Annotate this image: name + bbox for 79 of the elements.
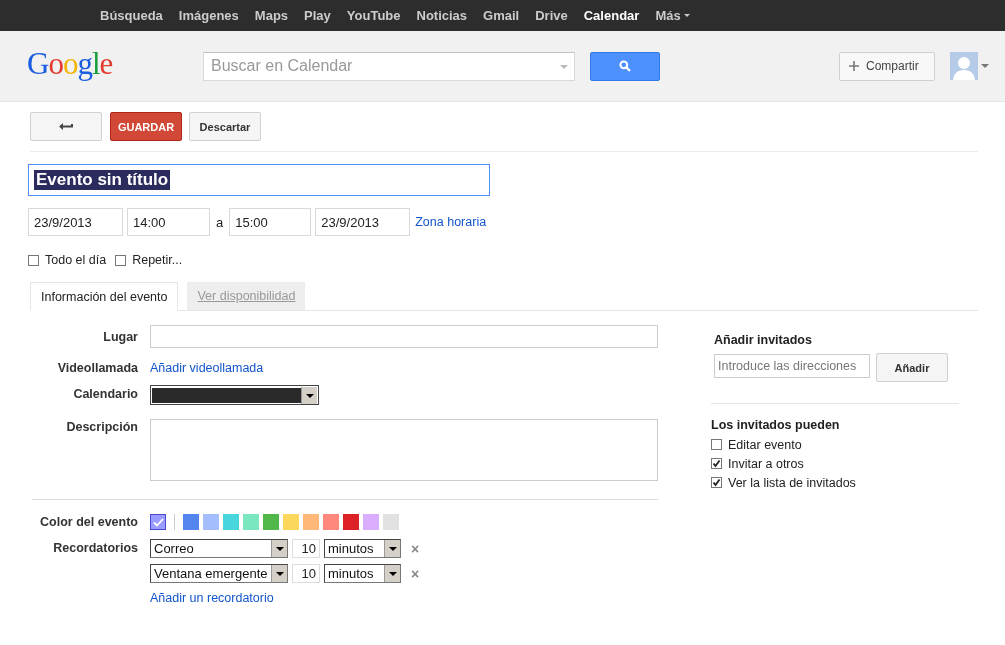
nav-link[interactable]: Imágenes [170,0,247,31]
location-field[interactable] [150,325,658,348]
add-guests-heading: Añadir invitados [713,333,813,347]
dropdown[interactable]: minutos [324,539,401,558]
color-swatch[interactable] [223,514,239,530]
checkbox-label: Invitar a otros [728,456,804,471]
color-swatch[interactable] [203,514,219,530]
dropdown[interactable]: Correo [150,539,288,558]
back-arrow-icon [58,122,74,131]
start-date-field[interactable]: 23/9/2013 [28,208,123,236]
avatar-menu[interactable] [950,52,989,80]
event-color-label: Color del evento [39,515,138,529]
search-button[interactable] [590,51,660,81]
remove-reminder-button[interactable]: × [411,540,420,557]
nav-link[interactable]: Noticias [408,0,476,31]
video-call-label: Videollamada [56,360,138,375]
calendar-label: Calendario [72,387,138,401]
back-button[interactable] [30,112,102,141]
caret-icon [981,64,989,68]
event-title-field[interactable]: Evento sin título [28,164,490,196]
nav-link[interactable]: Drive [527,0,576,31]
discard-button[interactable]: Descartar [189,112,261,141]
checkbox[interactable] [711,458,722,469]
reminder-amount-field[interactable]: 10 [292,539,320,558]
nav-link[interactable]: Gmail [475,0,528,31]
nav-link[interactable]: YouTube [338,0,409,31]
end-date-field[interactable]: 23/9/2013 [315,208,411,236]
color-swatch[interactable] [150,514,166,530]
plus-icon [849,61,859,71]
more-label: Más [655,7,681,25]
tab[interactable]: Información del evento [30,282,179,311]
guest-email-field[interactable]: Introduce las direcciones [714,354,870,378]
nav-link[interactable]: Play [296,0,339,31]
reminder-amount-field[interactable]: 10 [292,564,320,583]
color-swatch[interactable] [383,514,399,530]
start-time-field[interactable]: 14:00 [127,208,210,236]
add-video-call-link[interactable]: Añadir videollamada [150,361,264,375]
checkbox[interactable] [28,254,39,266]
search-icon [619,60,631,72]
description-field[interactable] [150,419,658,481]
checkbox-label: Todo el día [45,253,107,267]
color-swatch[interactable] [183,514,199,530]
location-label: Lugar [102,329,138,344]
avatar-icon [950,52,978,80]
color-swatch[interactable] [343,514,359,530]
checkbox-label: Repetir... [132,253,183,267]
color-swatch[interactable] [243,514,259,530]
reminders-label: Recordatorios [52,541,138,555]
checkbox[interactable] [115,254,127,266]
caret-icon [560,64,568,69]
guest-permissions-heading: Los invitados pueden [711,418,841,432]
add-guest-button[interactable]: Añadir [876,353,948,382]
nav-link[interactable]: Búsqueda [92,0,171,31]
calendar-dropdown[interactable] [150,385,319,405]
nav-link[interactable]: Calendar [575,0,648,31]
google-logo: Google [27,46,114,82]
more-menu[interactable]: Más [647,0,698,31]
color-swatch[interactable] [363,514,379,530]
dropdown[interactable]: minutos [324,564,401,583]
checkbox[interactable] [711,477,722,488]
search-field[interactable]: Buscar en Calendar [203,51,575,81]
save-button[interactable]: GUARDAR [110,112,182,141]
add-reminder-link[interactable]: Añadir un recordatorio [150,591,658,605]
remove-reminder-button[interactable]: × [411,565,420,582]
color-swatch[interactable] [323,514,339,530]
color-swatch[interactable] [263,514,279,530]
color-swatch[interactable] [283,514,299,530]
color-swatch[interactable] [303,514,319,530]
checkbox[interactable] [711,439,722,450]
dropdown[interactable]: Ventana emergente [150,564,288,583]
nav-link[interactable]: Maps [246,0,297,31]
checkbox-label: Ver la lista de invitados [728,475,856,490]
caret-icon [683,14,690,17]
end-time-field[interactable]: 15:00 [229,208,312,236]
checkbox-label: Editar evento [728,437,802,452]
description-label: Descripción [65,419,138,434]
timezone-link[interactable]: Zona horaria [415,215,487,229]
to-label: a [215,214,225,230]
share-button[interactable]: Compartir [839,51,935,81]
